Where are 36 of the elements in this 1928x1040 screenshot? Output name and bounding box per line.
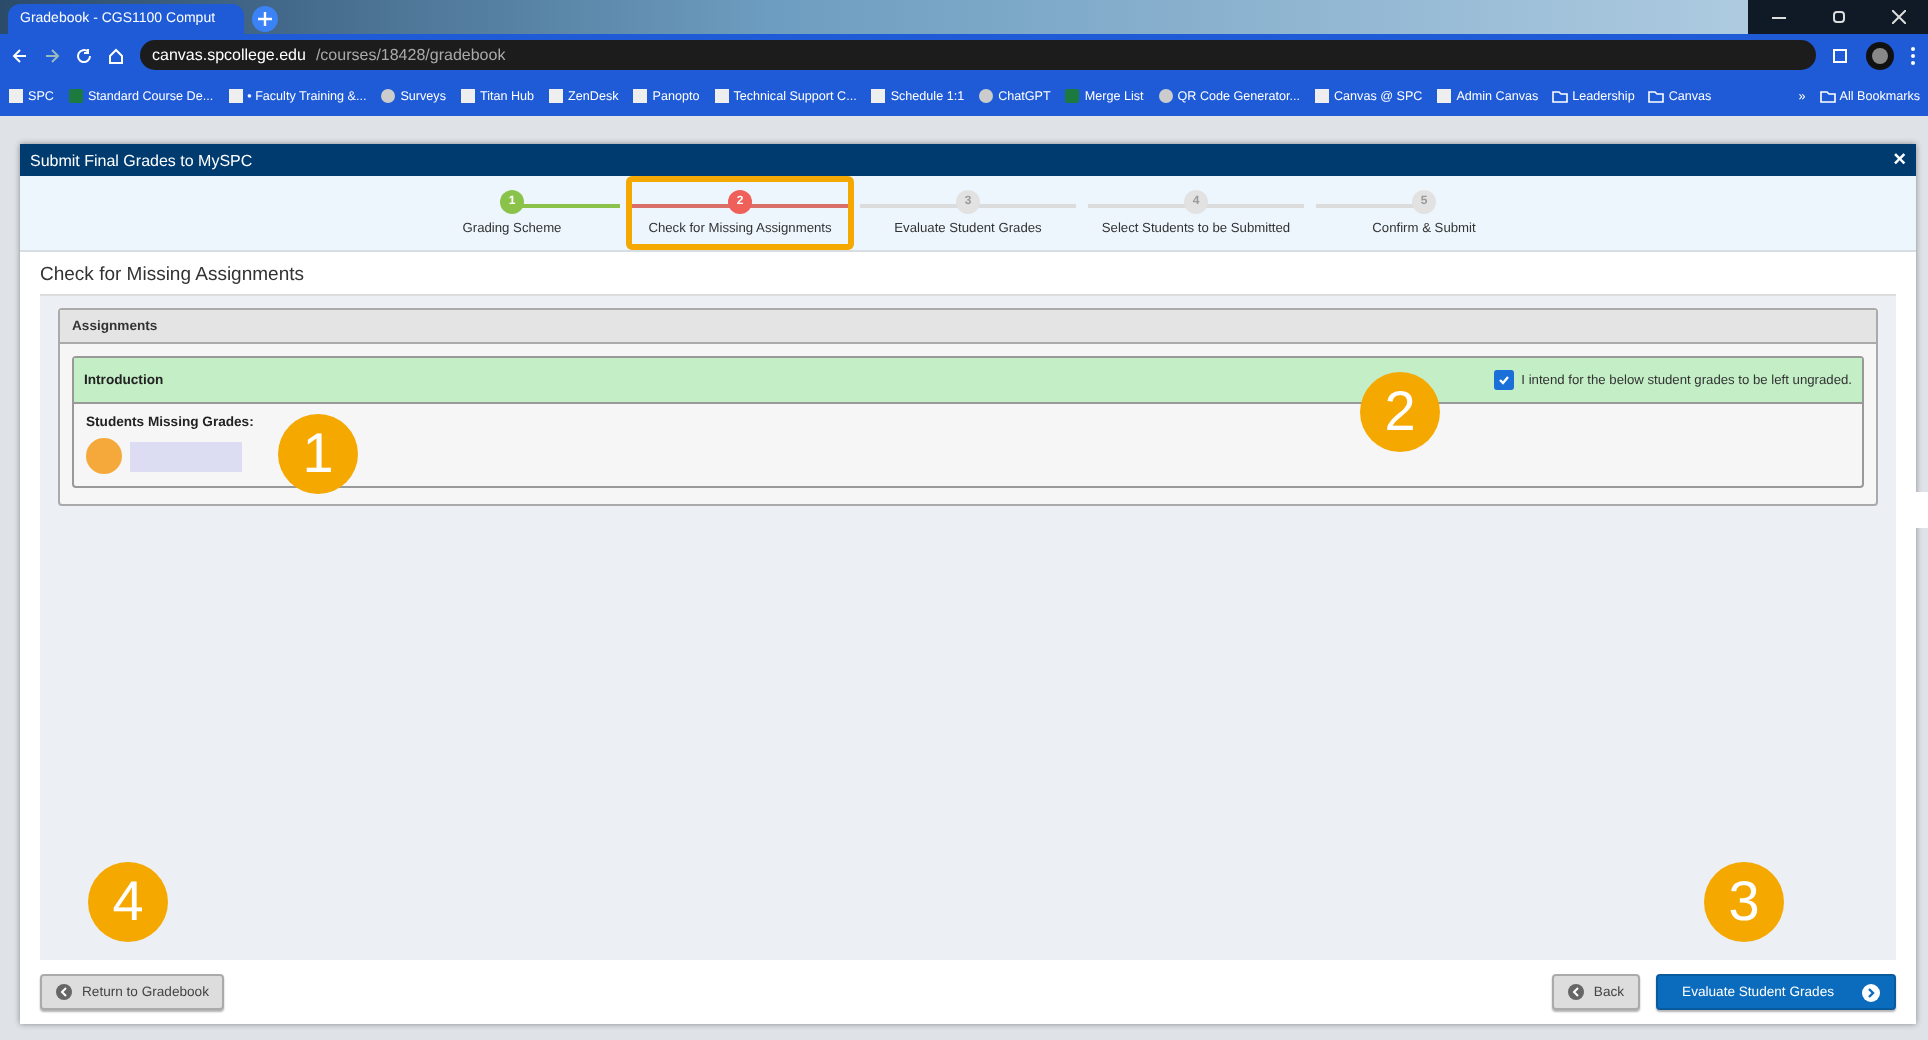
chevron-right-icon xyxy=(1862,983,1880,1001)
globe-icon xyxy=(978,88,995,104)
globe-icon xyxy=(380,88,397,104)
spreadsheet-icon xyxy=(1064,88,1081,104)
avatar xyxy=(86,438,122,474)
menu-icon[interactable] xyxy=(1910,45,1916,65)
site-icon xyxy=(548,88,565,104)
globe-icon xyxy=(1157,88,1174,104)
site-icon xyxy=(870,88,887,104)
spreadsheet-icon xyxy=(67,88,84,104)
site-icon xyxy=(632,88,649,104)
checkmark-icon xyxy=(1497,374,1510,386)
checkbox[interactable] xyxy=(1493,370,1514,390)
site-icon xyxy=(1314,88,1330,104)
folder-icon xyxy=(1648,88,1665,104)
profile-icon[interactable] xyxy=(1866,41,1894,69)
close-button[interactable]: × xyxy=(1893,148,1906,172)
close-icon[interactable] xyxy=(1868,0,1928,34)
folder-icon xyxy=(1819,88,1836,104)
site-icon xyxy=(713,88,730,104)
address-bar[interactable]: canvas.spcollege.edu /courses/18428/gradebook xyxy=(140,40,1816,70)
chevron-left-icon xyxy=(56,984,72,1000)
folder-icon xyxy=(1552,88,1569,104)
chevron-left-icon xyxy=(1567,984,1584,1000)
site-icon xyxy=(1436,88,1453,104)
reload-icon[interactable] xyxy=(76,47,92,63)
home-icon[interactable] xyxy=(108,47,124,63)
site-icon xyxy=(459,88,476,104)
site-icon xyxy=(227,88,244,104)
forward-icon[interactable] xyxy=(44,47,60,63)
redacted-name xyxy=(130,441,242,471)
dialog-title: Submit Final Grades to MySPC xyxy=(30,151,253,169)
section-heading: Check for Missing Assignments xyxy=(38,262,306,290)
new-tab-icon[interactable] xyxy=(252,6,278,32)
site-icon xyxy=(8,88,24,104)
back-icon[interactable] xyxy=(12,47,28,63)
